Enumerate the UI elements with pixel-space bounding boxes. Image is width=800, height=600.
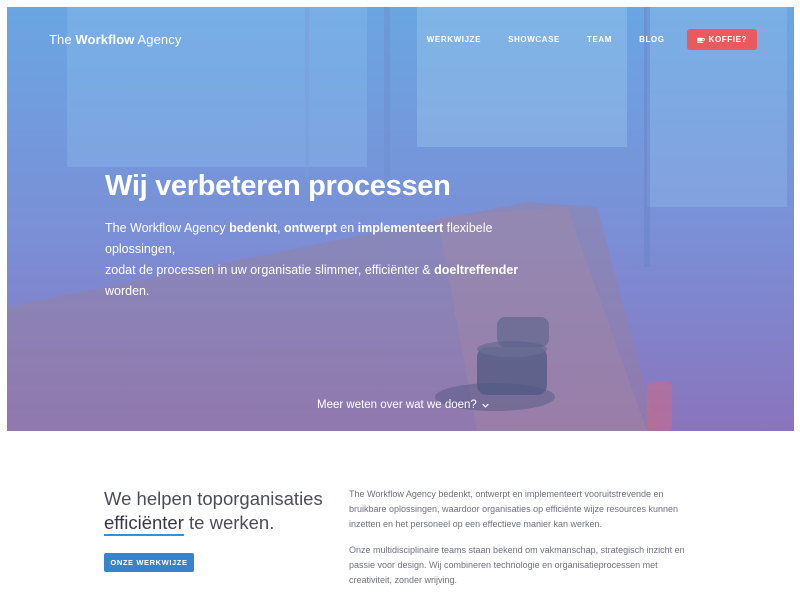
koffie-button[interactable]: KOFFIE?: [686, 29, 757, 50]
hero-text-part: en: [336, 221, 358, 235]
logo-prefix: The: [49, 32, 76, 47]
nav-showcase[interactable]: SHOWCASE: [508, 35, 560, 44]
hero-section: The Workflow Agency WERKWIJZE SHOWCASE T…: [7, 7, 794, 431]
intro-heading-line1: We helpen toporganisaties: [104, 488, 323, 509]
hero-text-bold: ontwerpt: [284, 221, 337, 235]
hero-text-part: zodat de processen in uw organisatie sli…: [105, 263, 435, 277]
nav-team[interactable]: TEAM: [587, 35, 612, 44]
nav-blog[interactable]: BLOG: [639, 35, 665, 44]
hero-title: Wij verbeteren processen: [105, 170, 451, 202]
intro-paragraph-2: Onze multidisciplinaire teams staan beke…: [349, 545, 685, 585]
hero-description: The Workflow Agency bedenkt, ontwerpt en…: [105, 218, 545, 302]
hero-text-part: The Workflow Agency: [105, 221, 230, 235]
intro-heading-highlight: efficiënter: [104, 512, 184, 536]
chevron-down-icon: [482, 403, 489, 408]
hero-text-bold: bedenkt: [229, 221, 278, 235]
hero-text-bold: doeltreffender: [434, 263, 519, 277]
main-nav: WERKWIJZE SHOWCASE TEAM BLOG KOFFIE?: [400, 29, 757, 50]
learn-more-link[interactable]: Meer weten over wat we doen?: [317, 399, 489, 411]
nav-werkwijze[interactable]: WERKWIJZE: [427, 35, 481, 44]
coffee-cup-icon: [696, 37, 705, 43]
intro-heading: We helpen toporganisaties efficiënter te…: [104, 487, 323, 536]
intro-heading-rest: te werken.: [183, 512, 275, 533]
hero-text-bold: implementeert: [357, 221, 444, 235]
intro-paragraph-1: The Workflow Agency bedenkt, ontwerpt en…: [349, 489, 679, 529]
hero-text-part: ,: [277, 221, 285, 235]
hero-text-part: worden.: [105, 284, 150, 298]
onze-werkwijze-button[interactable]: ONZE WERKWIJZE: [104, 553, 194, 572]
logo-suffix: Agency: [134, 32, 182, 47]
koffie-label: KOFFIE?: [708, 35, 747, 44]
site-logo[interactable]: The Workflow Agency: [49, 32, 181, 47]
learn-more-label: Meer weten over wat we doen?: [317, 399, 477, 411]
logo-bold: Workflow: [75, 32, 135, 47]
